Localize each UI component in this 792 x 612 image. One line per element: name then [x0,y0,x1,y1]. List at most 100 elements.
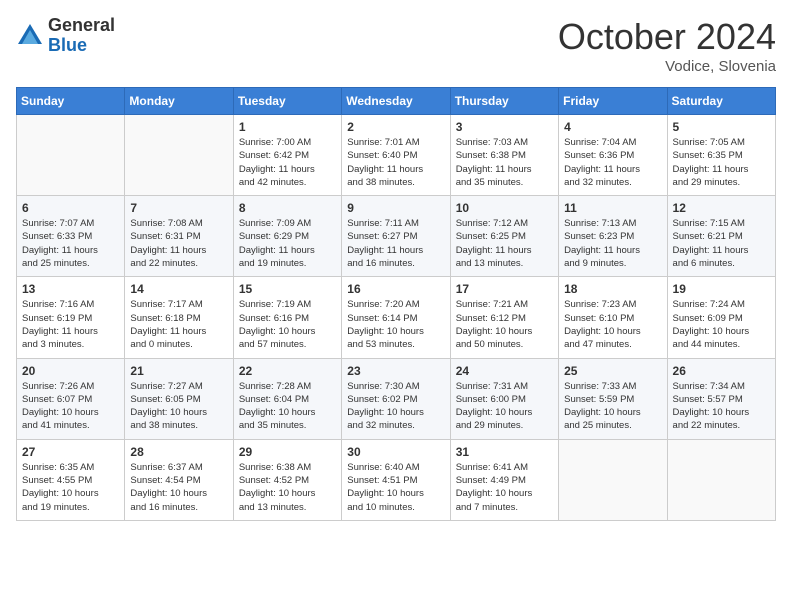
cell-content: Sunrise: 7:05 AM Sunset: 6:35 PM Dayligh… [673,136,770,189]
day-number: 29 [239,445,336,459]
cell-content: Sunrise: 7:26 AM Sunset: 6:07 PM Dayligh… [22,380,119,433]
day-number: 3 [456,120,553,134]
day-number: 7 [130,201,227,215]
calendar-cell: 22Sunrise: 7:28 AM Sunset: 6:04 PM Dayli… [233,358,341,439]
calendar-cell: 14Sunrise: 7:17 AM Sunset: 6:18 PM Dayli… [125,277,233,358]
day-number: 21 [130,364,227,378]
title-block: October 2024 Vodice, Slovenia [558,16,776,75]
day-number: 19 [673,282,770,296]
calendar-cell: 24 Sunrise: 7:31 AM Sunset: 6:00 PM Dayli… [450,358,558,439]
calendar-cell: 31Sunrise: 6:41 AM Sunset: 4:49 PM Dayli… [450,439,558,520]
cell-content: Sunrise: 7:07 AM Sunset: 6:33 PM Dayligh… [22,217,119,270]
weekday-header-thursday: Thursday [450,88,558,115]
calendar-cell: 28Sunrise: 6:37 AM Sunset: 4:54 PM Dayli… [125,439,233,520]
day-number: 10 [456,201,553,215]
cell-content: Sunrise: 7:00 AM Sunset: 6:42 PM Dayligh… [239,136,336,189]
weekday-header-monday: Monday [125,88,233,115]
calendar-table: SundayMondayTuesdayWednesdayThursdayFrid… [16,87,776,521]
cell-content: Sunrise: 7:27 AM Sunset: 6:05 PM Dayligh… [130,380,227,433]
day-number: 17 [456,282,553,296]
calendar-cell: 10 Sunrise: 7:12 AM Sunset: 6:25 PM Dayli… [450,196,558,277]
day-number: 13 [22,282,119,296]
cell-content: Sunrise: 7:16 AM Sunset: 6:19 PM Dayligh… [22,298,119,351]
cell-content: Sunrise: 7:11 AM Sunset: 6:27 PM Dayligh… [347,217,444,270]
weekday-header-wednesday: Wednesday [342,88,450,115]
calendar-cell: 6Sunrise: 7:07 AM Sunset: 6:33 PM Daylig… [17,196,125,277]
day-number: 14 [130,282,227,296]
cell-content: Sunrise: 7:30 AM Sunset: 6:02 PM Dayligh… [347,380,444,433]
calendar-week-row: 27Sunrise: 6:35 AM Sunset: 4:55 PM Dayli… [17,439,776,520]
calendar-cell: 16Sunrise: 7:20 AM Sunset: 6:14 PM Dayli… [342,277,450,358]
weekday-header-saturday: Saturday [667,88,775,115]
calendar-cell: 12 Sunrise: 7:15 AM Sunset: 6:21 PM Dayli… [667,196,775,277]
calendar-cell: 30Sunrise: 6:40 AM Sunset: 4:51 PM Dayli… [342,439,450,520]
logo-text: General Blue [48,16,115,56]
cell-content: Sunrise: 7:09 AM Sunset: 6:29 PM Dayligh… [239,217,336,270]
cell-content: Sunrise: 6:38 AM Sunset: 4:52 PM Dayligh… [239,461,336,514]
day-number: 18 [564,282,661,296]
page-header: General Blue October 2024 Vodice, Sloven… [16,16,776,75]
cell-content: Sunrise: 7:24 AM Sunset: 6:09 PM Dayligh… [673,298,770,351]
calendar-cell: 15 Sunrise: 7:19 AM Sunset: 6:16 PM Dayli… [233,277,341,358]
calendar-week-row: 1Sunrise: 7:00 AM Sunset: 6:42 PM Daylig… [17,115,776,196]
weekday-header-sunday: Sunday [17,88,125,115]
calendar-cell: 4 Sunrise: 7:04 AM Sunset: 6:36 PM Daylig… [559,115,667,196]
calendar-cell: 25Sunrise: 7:33 AM Sunset: 5:59 PM Dayli… [559,358,667,439]
calendar-cell: 17 Sunrise: 7:21 AM Sunset: 6:12 PM Dayli… [450,277,558,358]
day-number: 30 [347,445,444,459]
cell-content: Sunrise: 7:21 AM Sunset: 6:12 PM Dayligh… [456,298,553,351]
cell-content: Sunrise: 7:01 AM Sunset: 6:40 PM Dayligh… [347,136,444,189]
day-number: 11 [564,201,661,215]
weekday-header-tuesday: Tuesday [233,88,341,115]
calendar-week-row: 20 Sunrise: 7:26 AM Sunset: 6:07 PM Dayli… [17,358,776,439]
cell-content: Sunrise: 7:33 AM Sunset: 5:59 PM Dayligh… [564,380,661,433]
cell-content: Sunrise: 7:19 AM Sunset: 6:16 PM Dayligh… [239,298,336,351]
cell-content: Sunrise: 7:34 AM Sunset: 5:57 PM Dayligh… [673,380,770,433]
calendar-cell [559,439,667,520]
cell-content: Sunrise: 7:04 AM Sunset: 6:36 PM Dayligh… [564,136,661,189]
calendar-cell [17,115,125,196]
calendar-cell: 13 Sunrise: 7:16 AM Sunset: 6:19 PM Dayli… [17,277,125,358]
day-number: 15 [239,282,336,296]
calendar-cell: 9 Sunrise: 7:11 AM Sunset: 6:27 PM Daylig… [342,196,450,277]
calendar-cell: 23 Sunrise: 7:30 AM Sunset: 6:02 PM Dayli… [342,358,450,439]
day-number: 9 [347,201,444,215]
cell-content: Sunrise: 7:23 AM Sunset: 6:10 PM Dayligh… [564,298,661,351]
weekday-header-row: SundayMondayTuesdayWednesdayThursdayFrid… [17,88,776,115]
cell-content: Sunrise: 7:13 AM Sunset: 6:23 PM Dayligh… [564,217,661,270]
logo-icon [16,22,44,50]
calendar-cell: 29 Sunrise: 6:38 AM Sunset: 4:52 PM Dayli… [233,439,341,520]
calendar-cell: 7 Sunrise: 7:08 AM Sunset: 6:31 PM Daylig… [125,196,233,277]
calendar-cell [667,439,775,520]
day-number: 31 [456,445,553,459]
day-number: 4 [564,120,661,134]
day-number: 23 [347,364,444,378]
calendar-cell: 18 Sunrise: 7:23 AM Sunset: 6:10 PM Dayli… [559,277,667,358]
day-number: 24 [456,364,553,378]
cell-content: Sunrise: 7:31 AM Sunset: 6:00 PM Dayligh… [456,380,553,433]
day-number: 26 [673,364,770,378]
cell-content: Sunrise: 6:37 AM Sunset: 4:54 PM Dayligh… [130,461,227,514]
calendar-cell: 20 Sunrise: 7:26 AM Sunset: 6:07 PM Dayli… [17,358,125,439]
logo: General Blue [16,16,115,56]
calendar-cell: 8 Sunrise: 7:09 AM Sunset: 6:29 PM Daylig… [233,196,341,277]
day-number: 27 [22,445,119,459]
day-number: 20 [22,364,119,378]
logo-line2: Blue [48,36,115,56]
logo-line1: General [48,16,115,36]
calendar-cell: 11 Sunrise: 7:13 AM Sunset: 6:23 PM Dayli… [559,196,667,277]
calendar-week-row: 6Sunrise: 7:07 AM Sunset: 6:33 PM Daylig… [17,196,776,277]
day-number: 12 [673,201,770,215]
day-number: 5 [673,120,770,134]
calendar-cell: 19 Sunrise: 7:24 AM Sunset: 6:09 PM Dayli… [667,277,775,358]
day-number: 8 [239,201,336,215]
calendar-cell: 2Sunrise: 7:01 AM Sunset: 6:40 PM Daylig… [342,115,450,196]
cell-content: Sunrise: 7:12 AM Sunset: 6:25 PM Dayligh… [456,217,553,270]
cell-content: Sunrise: 7:28 AM Sunset: 6:04 PM Dayligh… [239,380,336,433]
cell-content: Sunrise: 7:15 AM Sunset: 6:21 PM Dayligh… [673,217,770,270]
calendar-cell: 1Sunrise: 7:00 AM Sunset: 6:42 PM Daylig… [233,115,341,196]
cell-content: Sunrise: 7:03 AM Sunset: 6:38 PM Dayligh… [456,136,553,189]
cell-content: Sunrise: 7:08 AM Sunset: 6:31 PM Dayligh… [130,217,227,270]
calendar-week-row: 13 Sunrise: 7:16 AM Sunset: 6:19 PM Dayli… [17,277,776,358]
calendar-cell: 21 Sunrise: 7:27 AM Sunset: 6:05 PM Dayli… [125,358,233,439]
